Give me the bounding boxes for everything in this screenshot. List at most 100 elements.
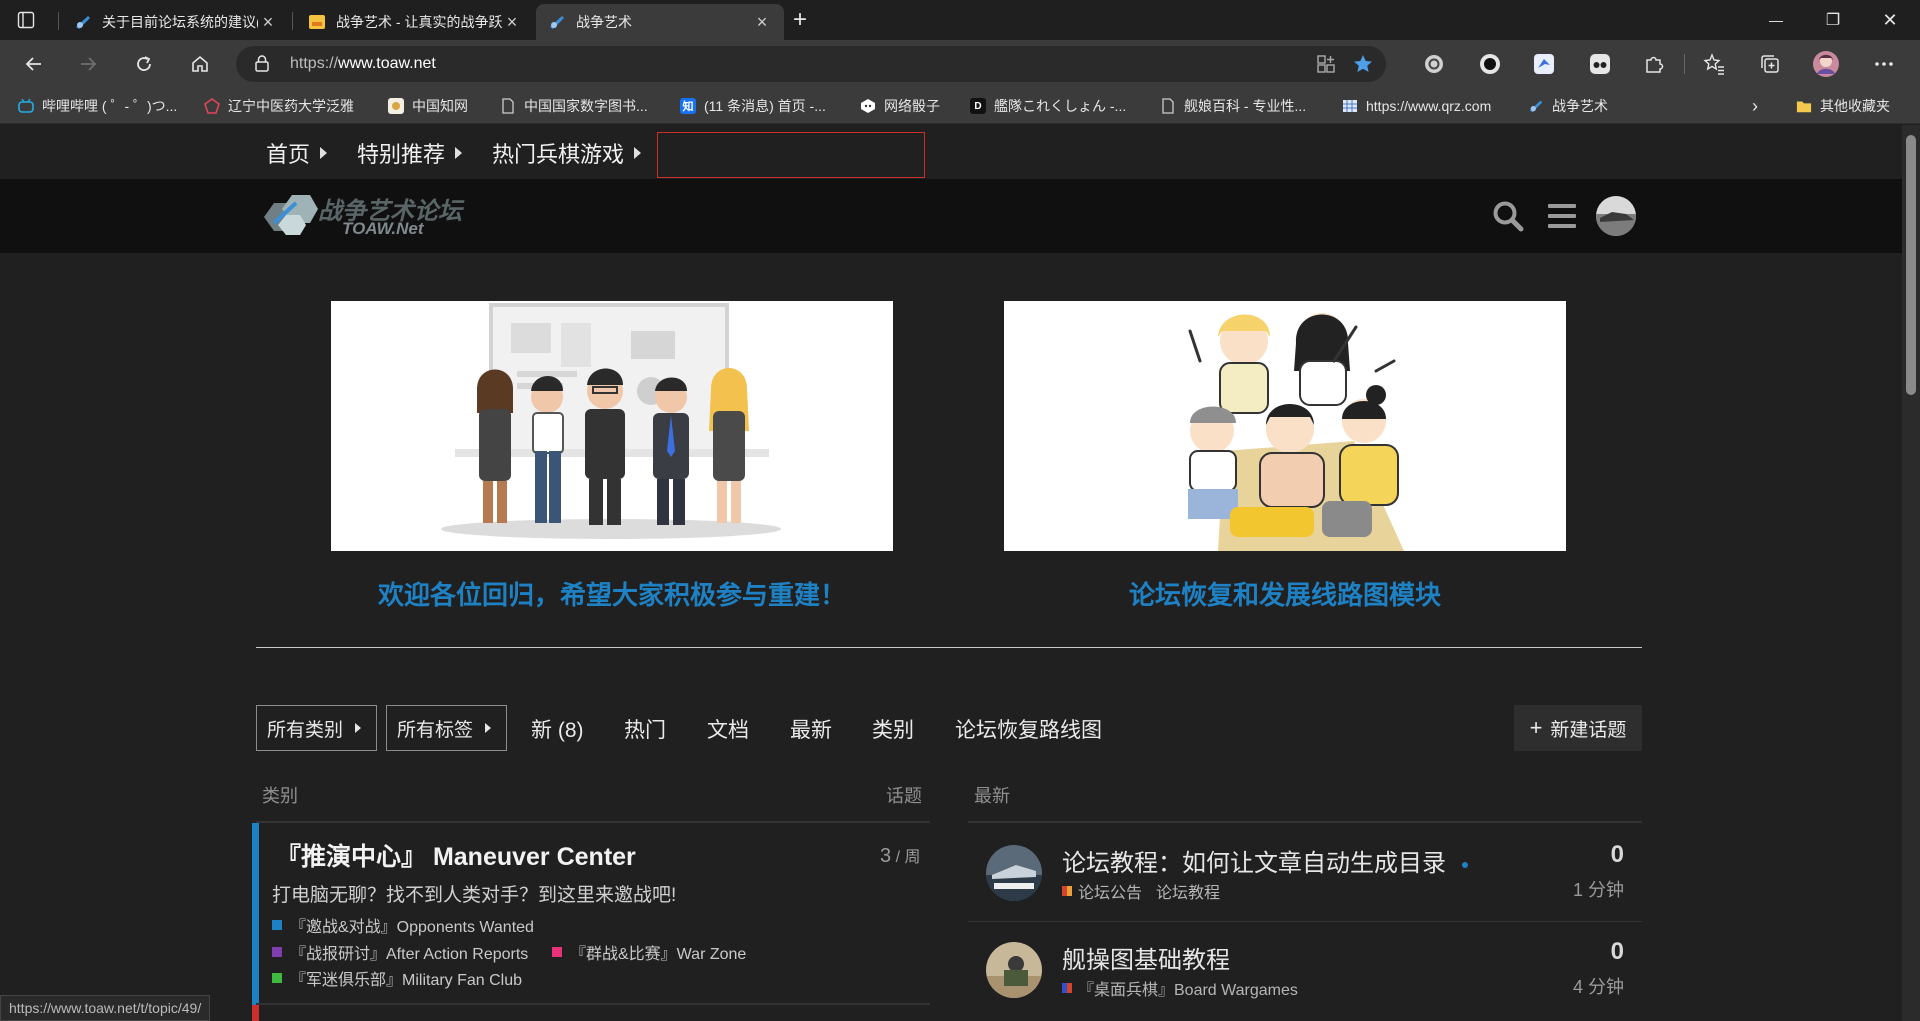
nav-search-box[interactable] bbox=[657, 132, 925, 178]
extension-circle-icon[interactable] bbox=[1472, 46, 1508, 82]
user-avatar[interactable] bbox=[1594, 194, 1638, 238]
nav-hot-games[interactable]: 热门兵棋游戏 bbox=[492, 137, 642, 169]
subcategory-after-action-reports[interactable]: 『战报研讨』After Action Reports bbox=[272, 940, 528, 964]
other-bookmarks-folder[interactable]: 其他收藏夹 bbox=[1796, 95, 1890, 117]
more-menu-icon[interactable] bbox=[1866, 46, 1902, 82]
collections-icon[interactable] bbox=[1752, 46, 1788, 82]
extension-bird-icon[interactable] bbox=[1526, 46, 1562, 82]
restore-button[interactable]: ❐ bbox=[1805, 0, 1861, 40]
caret-right-icon bbox=[320, 147, 328, 159]
tab-categories[interactable]: 类别 bbox=[872, 714, 914, 744]
topic-activity-time[interactable]: 4 分钟 bbox=[1573, 973, 1624, 999]
home-icon[interactable] bbox=[182, 46, 218, 82]
topic-activity-time[interactable]: 1 分钟 bbox=[1573, 876, 1624, 902]
yellow-page-favicon bbox=[308, 13, 326, 31]
topic-title[interactable]: 舰操图基础教程 bbox=[1062, 940, 1230, 975]
extension-glasses-icon[interactable] bbox=[1582, 46, 1618, 82]
subcategory-military-fan-club[interactable]: 『军迷俱乐部』Military Fan Club bbox=[272, 966, 522, 990]
next-category-color-bar bbox=[252, 1005, 259, 1021]
bookmark-cnki[interactable]: 中国知网 bbox=[388, 95, 468, 117]
tab-toaw-home[interactable]: 战争艺术 - 让真实的战争跃然纸上 × bbox=[296, 4, 534, 40]
banner-roadmap-caption[interactable]: 论坛恢复和发展线路图模块 bbox=[1004, 575, 1566, 612]
subcategory-war-zone[interactable]: 『群战&比赛』War Zone bbox=[552, 940, 746, 964]
banner-welcome-caption[interactable]: 欢迎各位回归，希望大家积极参与重建！ bbox=[331, 575, 893, 612]
topic-tag[interactable]: 论坛教程 bbox=[1156, 879, 1220, 903]
favorites-list-icon[interactable] bbox=[1696, 46, 1732, 82]
topic-title[interactable]: 论坛教程：如何让文章自动生成目录 bbox=[1062, 843, 1468, 878]
minimize-button[interactable]: — bbox=[1748, 0, 1804, 40]
refresh-icon[interactable] bbox=[126, 46, 162, 82]
tab-roadmap[interactable]: 论坛恢复路线图 bbox=[955, 714, 1102, 744]
tab-hot[interactable]: 热门 bbox=[624, 714, 666, 744]
topic-row[interactable]: 舰操图基础教程 『桌面兵棋』Board Wargames 0 4 分钟 bbox=[968, 922, 1642, 1018]
bookmark-fanya[interactable]: 辽宁中医药大学泛雅 bbox=[204, 95, 354, 117]
close-tab-icon[interactable]: × bbox=[258, 12, 278, 33]
site-logo[interactable]: 战争艺术论坛 TOAW.Net bbox=[256, 189, 462, 245]
profile-avatar-icon[interactable] bbox=[1808, 46, 1844, 82]
fanya-icon bbox=[204, 98, 220, 114]
new-topic-button[interactable]: + 新建话题 bbox=[1514, 705, 1642, 751]
search-icon[interactable] bbox=[1486, 194, 1530, 238]
close-tab-icon[interactable]: × bbox=[752, 12, 772, 33]
tab-bar: 关于目前论坛系统的建议(建议加 × 战争艺术 - 让真实的战争跃然纸上 × 战争… bbox=[0, 0, 1920, 40]
forward-icon[interactable] bbox=[70, 46, 106, 82]
tab-forum-suggestion[interactable]: 关于目前论坛系统的建议(建议加 × bbox=[62, 4, 290, 40]
nav-home[interactable]: 首页 bbox=[266, 137, 328, 169]
extension-refresh-icon[interactable] bbox=[1416, 46, 1452, 82]
caret-right-icon bbox=[455, 147, 463, 159]
tab-docs[interactable]: 文档 bbox=[707, 714, 749, 744]
extensions-puzzle-icon[interactable] bbox=[1636, 46, 1672, 82]
scrollbar-thumb[interactable] bbox=[1906, 135, 1916, 395]
topic-author-avatar[interactable] bbox=[986, 845, 1042, 901]
column-header-category: 类别 bbox=[262, 786, 298, 806]
bookmark-toaw[interactable]: 战争艺术 bbox=[1528, 95, 1608, 117]
close-tab-icon[interactable]: × bbox=[502, 12, 522, 33]
page-icon bbox=[1160, 98, 1176, 114]
all-tags-dropdown[interactable]: 所有标签 bbox=[386, 705, 507, 751]
nav-featured[interactable]: 特别推荐 bbox=[357, 137, 463, 169]
page-scrollbar[interactable] bbox=[1902, 125, 1920, 1021]
bookmark-qrz[interactable]: https://www.qrz.com bbox=[1342, 95, 1491, 117]
bookmark-zhihu[interactable]: 知 (11 条消息) 首页 -... bbox=[680, 95, 826, 117]
bookmark-kancolle[interactable]: D 艦隊これくしょん -... bbox=[970, 95, 1126, 117]
left-column-rule bbox=[256, 821, 930, 823]
banner-welcome-image[interactable] bbox=[331, 301, 893, 551]
bookmarks-bar: 哔哩哔哩 ( ゜- ゜)つ... 辽宁中医药大学泛雅 中国知网 中国国家数字图书… bbox=[0, 88, 1920, 124]
bookmark-bilibili[interactable]: 哔哩哔哩 ( ゜- ゜)つ... bbox=[18, 95, 177, 117]
topic-row[interactable]: 论坛教程：如何让文章自动生成目录 论坛公告 论坛教程 0 1 分钟 bbox=[968, 825, 1642, 921]
bookmark-kcwiki[interactable]: 舰娘百科 - 专业性... bbox=[1160, 95, 1306, 117]
tab-actions-icon[interactable] bbox=[14, 8, 38, 32]
subcategory-opponents-wanted[interactable]: 『邀战&对战』Opponents Wanted bbox=[272, 913, 534, 937]
forum-page: 首页 特别推荐 热门兵棋游戏 战争艺术论坛 TOAW.Net 欢迎各位回归，希望… bbox=[0, 125, 1902, 1021]
caret-right-icon bbox=[485, 723, 492, 733]
bookmark-nlc[interactable]: 中国国家数字图书... bbox=[500, 95, 648, 117]
toaw-favicon bbox=[1528, 98, 1544, 114]
topic-category[interactable]: 『桌面兵棋』Board Wargames bbox=[1078, 976, 1298, 1000]
bookmark-dice[interactable]: 网络骰子 bbox=[860, 95, 940, 117]
column-header-latest: 最新 bbox=[974, 786, 1010, 806]
address-bar[interactable]: https://www.toaw.net bbox=[236, 46, 1386, 82]
group-friends-illustration bbox=[1004, 301, 1566, 551]
tab-toaw-active[interactable]: 战争艺术 × bbox=[536, 4, 784, 40]
hamburger-menu-icon[interactable] bbox=[1540, 194, 1584, 238]
tab-latest[interactable]: 最新 bbox=[790, 714, 832, 744]
site-header: 战争艺术论坛 TOAW.Net bbox=[0, 179, 1902, 253]
back-icon[interactable] bbox=[16, 46, 52, 82]
right-column-rule bbox=[968, 821, 1642, 823]
banner-roadmap-image[interactable] bbox=[1004, 301, 1566, 551]
business-team-illustration bbox=[331, 301, 893, 551]
zhihu-icon: 知 bbox=[680, 98, 696, 114]
all-categories-dropdown[interactable]: 所有类别 bbox=[256, 705, 377, 751]
tab-new[interactable]: 新 (8) bbox=[531, 714, 584, 744]
toaw-favicon bbox=[548, 13, 566, 31]
topic-category[interactable]: 论坛公告 bbox=[1078, 879, 1142, 903]
close-window-button[interactable]: ✕ bbox=[1862, 0, 1918, 40]
bookmarks-overflow-chevron-icon[interactable]: › bbox=[1752, 95, 1758, 117]
category-title[interactable]: 『推演中心』 Maneuver Center bbox=[276, 837, 636, 873]
app-available-icon[interactable] bbox=[1316, 54, 1336, 79]
favorite-star-icon[interactable] bbox=[1352, 53, 1374, 80]
new-tab-icon[interactable]: + bbox=[784, 4, 816, 36]
unread-dot-icon bbox=[1462, 861, 1468, 868]
topic-author-avatar[interactable] bbox=[986, 942, 1042, 998]
lock-icon[interactable] bbox=[254, 54, 270, 77]
